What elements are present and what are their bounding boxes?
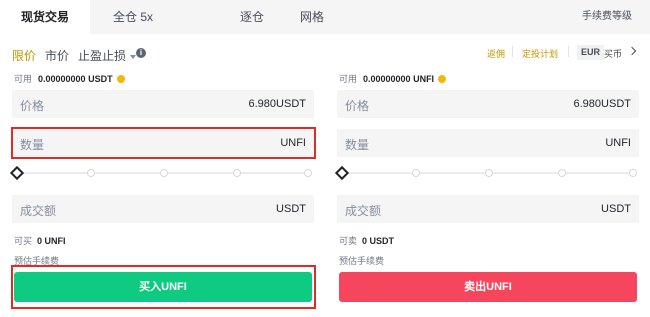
slider-handle[interactable] xyxy=(334,165,350,181)
price-value: 6.980 xyxy=(573,98,601,110)
chevron-right-icon[interactable] xyxy=(627,46,637,56)
can-sell: 可卖 0 USDT xyxy=(339,234,394,247)
can-sell-label: 可卖 xyxy=(339,236,358,246)
sell-amount-slider[interactable] xyxy=(334,165,639,181)
order-type-row: 限价 市价 止盈止损 i 返佣 定投计划 EUR 买币 xyxy=(0,34,650,72)
coin-icon[interactable] xyxy=(438,75,447,83)
slider-stop[interactable] xyxy=(485,169,493,177)
slider-handle[interactable] xyxy=(9,165,25,181)
sell-amount-input[interactable]: 数量 UNFI xyxy=(337,129,639,157)
coin-icon[interactable] xyxy=(116,75,125,83)
order-type-stop-limit[interactable]: 止盈止损 xyxy=(78,47,137,64)
stop-limit-label: 止盈止损 xyxy=(78,49,127,63)
rebate-link[interactable]: 返佣 xyxy=(487,47,505,60)
buy-available: 可用 0.00000000 USDT xyxy=(14,72,125,85)
tab-grid[interactable]: 网格 xyxy=(288,0,336,34)
can-sell-value: 0 USDT xyxy=(362,236,395,246)
chevron-down-icon xyxy=(130,54,137,59)
can-buy-value: 0 UNFI xyxy=(37,236,66,246)
order-type-limit[interactable]: 限价 xyxy=(12,47,36,64)
currency-badge[interactable]: EUR xyxy=(577,45,605,60)
buy-plan-link[interactable]: 定投计划 xyxy=(522,47,558,60)
fee-level-link[interactable]: 手续费等级 xyxy=(582,0,632,34)
slider-stop[interactable] xyxy=(629,169,637,177)
tab-cross-margin[interactable]: 全仓 5x xyxy=(96,0,170,34)
available-value: 0.00000000 USDT xyxy=(38,74,113,84)
can-buy-label: 可买 xyxy=(14,236,33,246)
sell-panel: 可用 0.00000000 UNFI 价格 6.980 USDT 数量 UNFI … xyxy=(334,72,639,317)
sell-button[interactable]: 卖出UNFI xyxy=(339,272,637,302)
slider-stop[interactable] xyxy=(87,169,95,177)
available-label: 可用 xyxy=(14,74,33,84)
slider-stop[interactable] xyxy=(233,169,241,177)
buy-price-input[interactable]: 价格 6.980 USDT xyxy=(12,90,314,118)
slider-stop[interactable] xyxy=(558,169,566,177)
highlight-box xyxy=(11,127,316,159)
price-label: 价格 xyxy=(345,99,370,113)
sell-total-input[interactable]: 成交额 USDT xyxy=(337,195,639,223)
slider-stop[interactable] xyxy=(304,169,312,177)
highlight-box xyxy=(11,265,316,309)
divider xyxy=(568,46,569,57)
buy-crypto-link[interactable]: 买币 xyxy=(604,47,622,60)
amount-unit: UNFI xyxy=(605,137,631,149)
total-unit: USDT xyxy=(601,203,631,215)
price-value: 6.980 xyxy=(248,98,276,110)
tab-isolated-margin[interactable]: 逐仓 xyxy=(228,0,276,34)
slider-stop[interactable] xyxy=(412,169,420,177)
price-unit: USDT xyxy=(276,98,306,110)
amount-label: 数量 xyxy=(345,138,370,152)
total-unit: USDT xyxy=(276,203,306,215)
total-label: 成交额 xyxy=(345,204,382,218)
buy-amount-slider[interactable] xyxy=(9,165,314,181)
estimated-fee-label: 预估手续费 xyxy=(339,256,385,266)
sell-price-input[interactable]: 价格 6.980 USDT xyxy=(337,90,639,118)
price-unit: USDT xyxy=(601,98,631,110)
buy-panel: 可用 0.00000000 USDT 价格 6.980 USDT 数量 UNFI … xyxy=(9,72,316,317)
tab-spot[interactable]: 现货交易 xyxy=(0,0,90,34)
price-label: 价格 xyxy=(20,99,45,113)
total-label: 成交额 xyxy=(20,204,57,218)
sell-available: 可用 0.00000000 UNFI xyxy=(339,72,447,85)
divider xyxy=(512,46,513,57)
available-label: 可用 xyxy=(339,74,358,84)
info-icon[interactable]: i xyxy=(136,48,146,58)
buy-total-input[interactable]: 成交额 USDT xyxy=(12,195,314,223)
can-buy: 可买 0 UNFI xyxy=(14,234,66,247)
available-value: 0.00000000 UNFI xyxy=(363,74,435,84)
slider-stop[interactable] xyxy=(160,169,168,177)
trade-mode-tabs: 现货交易 全仓 5x 逐仓 网格 手续费等级 xyxy=(0,0,650,34)
order-type-market[interactable]: 市价 xyxy=(45,47,69,64)
